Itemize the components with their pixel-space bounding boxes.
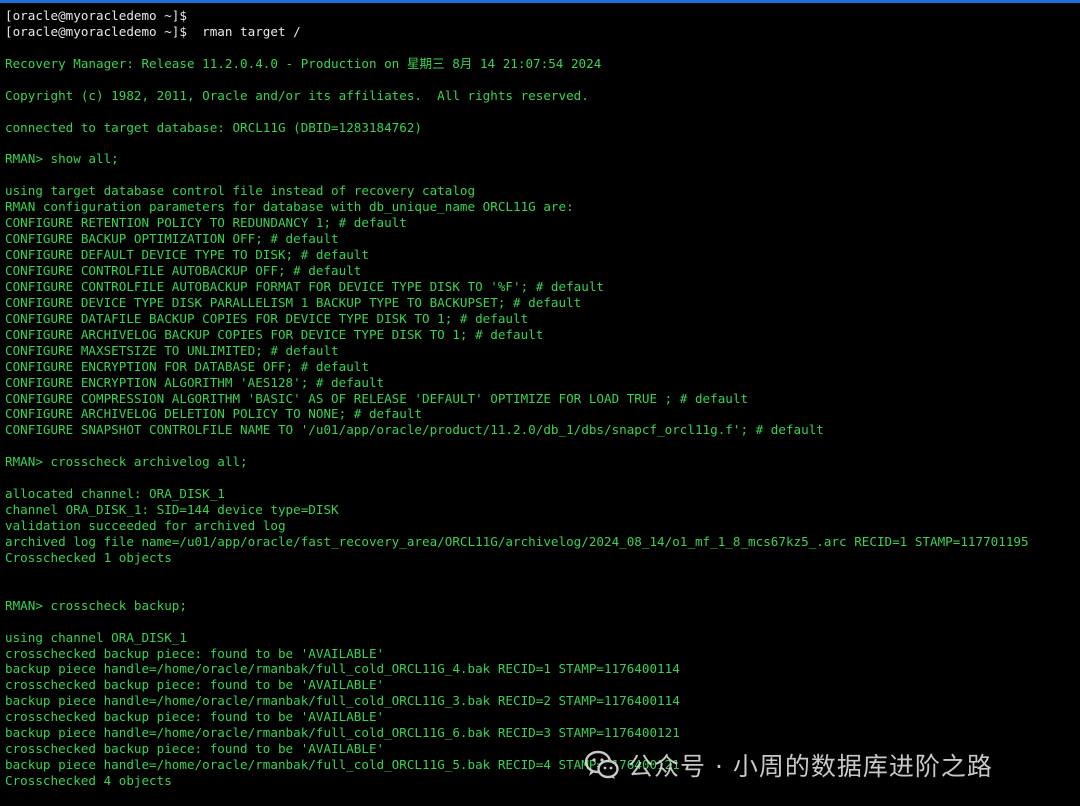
terminal-line: CONFIGURE BACKUP OPTIMIZATION OFF; # def…	[5, 231, 339, 247]
terminal-line: RMAN> crosscheck backup;	[5, 597, 187, 613]
terminal-output: [oracle@myoracledemo ~]$ [oracle@myoracle…	[5, 8, 1080, 789]
terminal-line: CONFIGURE COMPRESSION ALGORITHM 'BASIC' …	[5, 390, 749, 406]
watermark-text: 公众号 · 小周的数据库进阶之路	[628, 752, 993, 781]
terminal-line: using channel ORA_DISK_1	[5, 629, 187, 645]
watermark: 公众号 · 小周的数据库进阶之路	[584, 745, 993, 785]
terminal-line: CONFIGURE RETENTION POLICY TO REDUNDANCY…	[5, 215, 407, 231]
terminal-line: RMAN> show all;	[5, 151, 119, 167]
terminal-line: RMAN> crosscheck archivelog all;	[5, 454, 248, 470]
terminal-line: CONFIGURE ENCRYPTION ALGORITHM 'AES128';…	[5, 374, 385, 390]
terminal-line: CONFIGURE SNAPSHOT CONTROLFILE NAME TO '…	[5, 422, 824, 438]
terminal-line: Crosschecked 1 objects	[5, 549, 172, 565]
terminal-line: Copyright (c) 1982, 2011, Oracle and/or …	[5, 87, 589, 103]
terminal-line: backup piece handle=/home/oracle/rmanbak…	[5, 693, 680, 709]
terminal-line: crosschecked backup piece: found to be '…	[5, 709, 385, 725]
terminal-line: RMAN configuration parameters for databa…	[5, 199, 574, 215]
terminal-line: CONFIGURE DEFAULT DEVICE TYPE TO DISK; #…	[5, 247, 369, 263]
terminal-line: CONFIGURE DEVICE TYPE DISK PARALLELISM 1…	[5, 294, 582, 310]
terminal-line: using target database control file inste…	[5, 183, 476, 199]
terminal-line: channel ORA_DISK_1: SID=144 device type=…	[5, 502, 339, 518]
terminal-line: connected to target database: ORCL11G (D…	[5, 119, 423, 135]
terminal-line: CONFIGURE ARCHIVELOG BACKUP COPIES FOR D…	[5, 326, 544, 342]
terminal-line: CONFIGURE CONTROLFILE AUTOBACKUP FORMAT …	[5, 278, 604, 294]
terminal-line: archived log file name=/u01/app/oracle/f…	[5, 533, 1029, 549]
terminal-line: CONFIGURE MAXSETSIZE TO UNLIMITED; # def…	[5, 342, 339, 358]
terminal-line: backup piece handle=/home/oracle/rmanbak…	[5, 725, 680, 741]
terminal-line: backup piece handle=/home/oracle/rmanbak…	[5, 661, 680, 677]
terminal-line: CONFIGURE ARCHIVELOG DELETION POLICY TO …	[5, 406, 423, 422]
terminal-line: CONFIGURE DATAFILE BACKUP COPIES FOR DEV…	[5, 310, 529, 326]
terminal-window[interactable]: [oracle@myoracledemo ~]$ [oracle@myoracle…	[0, 0, 1080, 806]
terminal-line: CONFIGURE ENCRYPTION FOR DATABASE OFF; #…	[5, 358, 369, 374]
terminal-line: Recovery Manager: Release 11.2.0.4.0 - P…	[5, 55, 602, 71]
terminal-line: validation succeeded for archived log	[5, 518, 286, 533]
wechat-icon	[584, 750, 619, 779]
terminal-line: [oracle@myoracledemo ~]$ rman target /	[5, 23, 301, 39]
terminal-line: crosschecked backup piece: found to be '…	[5, 677, 385, 693]
terminal-line: allocated channel: ORA_DISK_1	[5, 486, 225, 502]
terminal-line: crosschecked backup piece: found to be '…	[5, 645, 385, 661]
terminal-line: [oracle@myoracledemo ~]$	[5, 8, 187, 23]
terminal-line: CONFIGURE CONTROLFILE AUTOBACKUP OFF; # …	[5, 263, 362, 278]
